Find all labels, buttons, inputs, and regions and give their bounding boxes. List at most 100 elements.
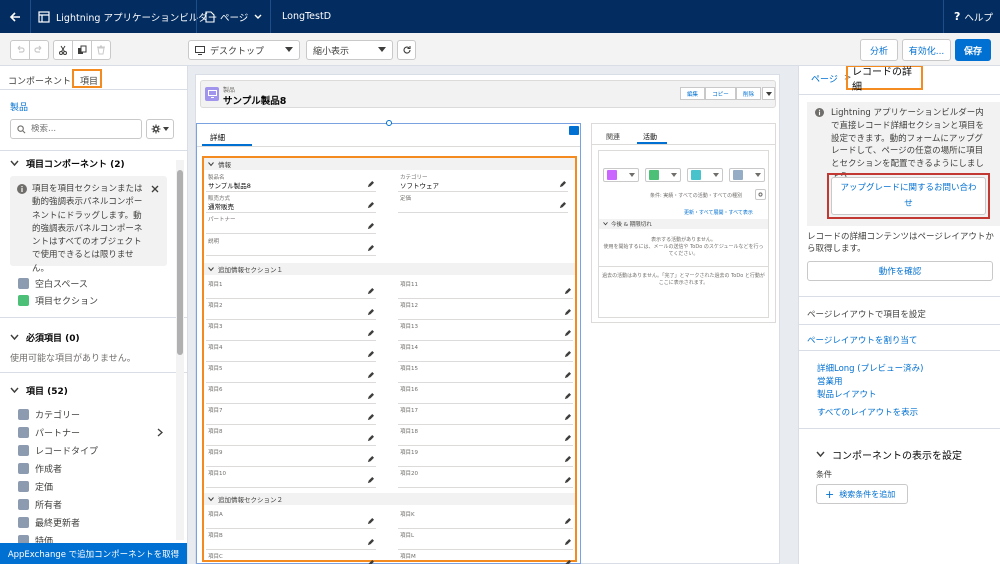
detail-tab[interactable]: 詳細 (202, 129, 252, 146)
field-item[interactable]: パートナー (18, 426, 163, 439)
field-cell[interactable]: 項目K (398, 509, 573, 529)
field-cell[interactable]: パートナー (206, 214, 376, 234)
field-cell[interactable]: 項目M (398, 551, 573, 564)
field-item[interactable]: 作成者 (18, 462, 62, 475)
refresh-button[interactable] (397, 40, 416, 60)
pencil-icon[interactable] (564, 351, 571, 358)
section-info-header[interactable]: 情報 (204, 158, 575, 170)
field-item[interactable]: 最終更新者 (18, 516, 80, 529)
field-cell[interactable]: 項目3 (206, 321, 376, 341)
upcoming-header[interactable]: 今後 & 期限切れ (599, 219, 768, 229)
delete-button[interactable] (91, 40, 111, 60)
pencil-icon[interactable] (564, 456, 571, 463)
pencil-icon[interactable] (367, 560, 374, 564)
field-cell[interactable]: 項目A (206, 509, 376, 529)
pencil-icon[interactable] (367, 245, 374, 252)
search-settings-button[interactable] (146, 119, 174, 139)
help-button[interactable]: ? ヘルプ (954, 0, 993, 33)
pencil-icon[interactable] (367, 414, 374, 421)
activity-component[interactable]: 関連 活動 条件: 実績・すべての活動・すべての種別 更新・すべて展開・すべて表… (591, 123, 776, 323)
record-actions-menu[interactable] (762, 87, 775, 100)
field-cell[interactable]: 項目L (398, 530, 573, 550)
device-select[interactable]: デスクトップ (188, 40, 300, 60)
field-cell[interactable]: 項目16 (398, 384, 573, 404)
field-cell[interactable]: カテゴリー ソフトウェア (398, 172, 568, 192)
activity-filter-button[interactable] (755, 189, 766, 200)
pencil-icon[interactable] (367, 372, 374, 379)
component-delete-handle[interactable] (569, 126, 579, 135)
left-scrollbar[interactable] (176, 160, 184, 540)
component-field-section[interactable]: 項目セクション (18, 294, 98, 307)
layout-link[interactable]: 詳細Long (プレビュー済み) (817, 362, 923, 374)
field-cell[interactable]: 項目8 (206, 426, 376, 446)
pencil-icon[interactable] (367, 477, 374, 484)
pencil-icon[interactable] (367, 181, 374, 188)
record-delete-button[interactable]: 削除 (736, 87, 761, 100)
cut-button[interactable] (53, 40, 73, 60)
field-cell[interactable]: 項目9 (206, 447, 376, 467)
pencil-icon[interactable] (367, 539, 374, 546)
layout-link[interactable]: 製品レイアウト (817, 388, 877, 400)
pencil-icon[interactable] (367, 456, 374, 463)
pencil-icon[interactable] (367, 202, 374, 209)
tab-components[interactable]: コンポーネント (8, 74, 71, 87)
analyze-button[interactable]: 分析 (860, 39, 898, 61)
field-cell[interactable]: 項目B (206, 530, 376, 550)
page-menu[interactable]: ページ (205, 0, 263, 33)
record-header[interactable]: 製品 サンプル製品8 編集 コピー 削除 (200, 80, 776, 108)
view-select[interactable]: 縮小表示 (306, 40, 393, 60)
field-cell[interactable]: 項目14 (398, 342, 573, 362)
pencil-icon[interactable] (564, 288, 571, 295)
pencil-icon[interactable] (367, 351, 374, 358)
selection-handle[interactable] (386, 120, 392, 126)
fields-header[interactable]: 項目 (52) (10, 384, 68, 397)
field-components-header[interactable]: 項目コンポーネント (2) (10, 157, 125, 170)
pencil-icon[interactable] (564, 435, 571, 442)
field-cell[interactable]: 項目17 (398, 405, 573, 425)
section-add1-header[interactable]: 追加情報セクション１ (204, 263, 575, 275)
visibility-header[interactable]: コンポーネントの表示を設定 (816, 447, 962, 462)
record-copy-button[interactable]: コピー (705, 87, 736, 100)
pencil-icon[interactable] (367, 518, 374, 525)
tab-fields[interactable]: 項目 (72, 69, 102, 88)
pencil-icon[interactable] (564, 372, 571, 379)
field-cell[interactable]: 項目6 (206, 384, 376, 404)
new-event-button[interactable] (603, 168, 639, 182)
pencil-icon[interactable] (367, 288, 374, 295)
redo-button[interactable] (29, 40, 49, 60)
assign-layout-link[interactable]: ページレイアウトを割り当て (807, 334, 917, 346)
upgrade-contact-button[interactable]: アップグレードに関するお問い合わせ (831, 177, 986, 215)
scrollbar-thumb[interactable] (177, 170, 183, 355)
search-input[interactable] (31, 124, 136, 134)
log-call-button[interactable] (687, 168, 723, 182)
field-item[interactable]: 定価 (18, 480, 53, 493)
pencil-icon[interactable] (564, 477, 571, 484)
layout-link[interactable]: 営業用 (817, 375, 843, 387)
field-item[interactable]: レコードタイプ (18, 444, 98, 457)
component-blank-space[interactable]: 空白スペース (18, 277, 88, 290)
field-cell[interactable]: 項目13 (398, 321, 573, 341)
required-fields-header[interactable]: 必須項目 (0) (10, 331, 80, 344)
tab-related[interactable]: 関連 (606, 132, 620, 142)
activity-refresh-links[interactable]: 更新・すべて展開・すべて表示 (684, 209, 753, 216)
breadcrumb-page-link[interactable]: ページ (811, 72, 838, 85)
field-cell[interactable]: 項目C (206, 551, 376, 564)
field-cell[interactable]: 項目19 (398, 447, 573, 467)
field-cell[interactable]: 販売方式 通常販売 (206, 193, 376, 213)
pencil-icon[interactable] (367, 309, 374, 316)
pencil-icon[interactable] (564, 330, 571, 337)
undo-button[interactable] (10, 40, 30, 60)
field-cell[interactable]: 説明 (206, 236, 376, 256)
field-cell[interactable]: 項目12 (398, 300, 573, 320)
field-search[interactable] (10, 119, 142, 139)
all-layouts-link[interactable]: すべてのレイアウトを表示 (817, 406, 918, 418)
field-cell[interactable]: 製品名 サンプル製品8 (206, 172, 376, 192)
appexchange-button[interactable]: AppExchange で追加コンポーネントを取得 (0, 543, 187, 564)
field-cell[interactable]: 項目1 (206, 279, 376, 299)
pencil-icon[interactable] (564, 560, 571, 564)
send-email-button[interactable] (729, 168, 765, 182)
pencil-icon[interactable] (367, 435, 374, 442)
pencil-icon[interactable] (367, 330, 374, 337)
pencil-icon[interactable] (367, 223, 374, 230)
field-cell[interactable]: 項目18 (398, 426, 573, 446)
